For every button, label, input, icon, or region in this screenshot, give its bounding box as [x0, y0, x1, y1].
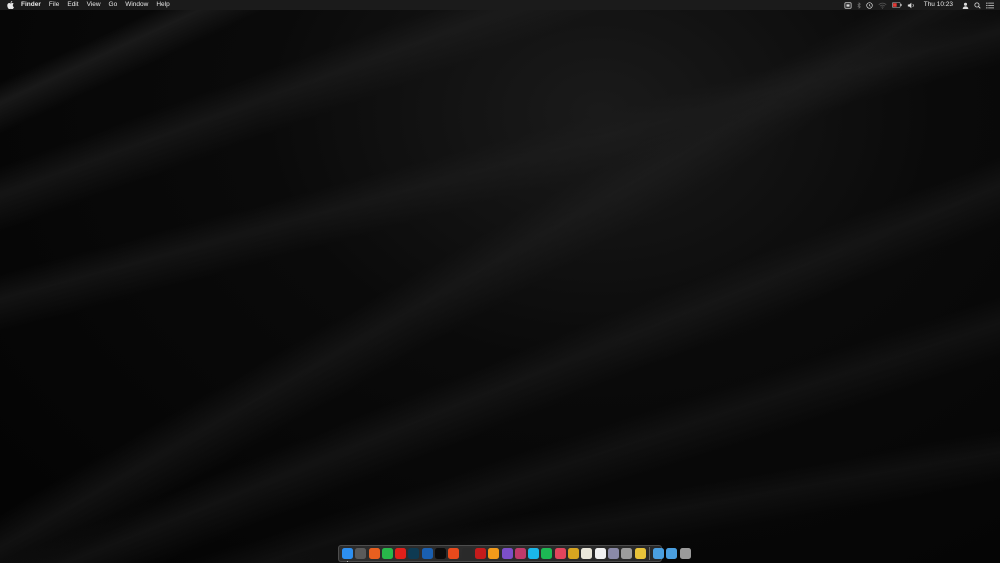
- app-purple-icon[interactable]: [501, 548, 513, 559]
- menu-app-name[interactable]: Finder: [17, 0, 45, 10]
- prime-video-icon[interactable]: [421, 548, 433, 559]
- youtube-icon[interactable]: [395, 548, 407, 559]
- menu-go[interactable]: Go: [105, 0, 122, 10]
- time-machine-icon[interactable]: [866, 0, 873, 10]
- launchpad-icon[interactable]: [355, 548, 367, 559]
- menu-edit[interactable]: Edit: [63, 0, 82, 10]
- notes-icon[interactable]: [581, 548, 593, 559]
- running-indicator: [346, 560, 349, 562]
- menu-file[interactable]: File: [45, 0, 63, 10]
- menu-clock[interactable]: Thu 10:23: [920, 0, 957, 10]
- chrome-icon[interactable]: [568, 548, 580, 559]
- app-multicolor-icon[interactable]: [514, 548, 526, 559]
- textedit-icon[interactable]: [594, 548, 606, 559]
- dropbox-icon[interactable]: [844, 0, 852, 10]
- wifi-icon[interactable]: [878, 0, 887, 10]
- dock: [338, 545, 691, 562]
- spotify-icon[interactable]: [541, 548, 553, 559]
- menu-bar: Finder File Edit View Go Window Help Thu…: [0, 0, 1000, 10]
- notification-center-icon[interactable]: [986, 0, 994, 10]
- menu-view[interactable]: View: [83, 0, 105, 10]
- firefox-icon[interactable]: [368, 548, 380, 559]
- apple-icon[interactable]: [6, 1, 14, 9]
- dock-separator: [648, 547, 650, 560]
- downloads-folder-icon[interactable]: [653, 548, 665, 559]
- documents-folder-icon[interactable]: [666, 548, 678, 559]
- menu-window[interactable]: Window: [121, 0, 152, 10]
- app-pink-icon[interactable]: [554, 548, 566, 559]
- app-yellow-icon[interactable]: [634, 548, 646, 559]
- app-orange-icon[interactable]: [448, 548, 460, 559]
- mubi-icon[interactable]: [408, 548, 420, 559]
- bluetooth-icon[interactable]: [857, 0, 861, 10]
- preview-icon[interactable]: [607, 548, 619, 559]
- menu-help[interactable]: Help: [152, 0, 173, 10]
- netflix-red-icon[interactable]: [474, 548, 486, 559]
- netflix-icon[interactable]: [435, 548, 447, 559]
- trash-icon[interactable]: [679, 548, 691, 559]
- user-icon[interactable]: [962, 0, 969, 10]
- spotlight-icon[interactable]: [974, 0, 981, 10]
- whatsapp-icon[interactable]: [381, 548, 393, 559]
- volume-icon[interactable]: [907, 0, 915, 10]
- hbo-icon[interactable]: [461, 548, 473, 559]
- desktop-wallpaper: [0, 0, 1000, 563]
- system-preferences-icon[interactable]: [621, 548, 633, 559]
- vimeo-icon[interactable]: [528, 548, 540, 559]
- finder-icon[interactable]: [342, 548, 353, 562]
- battery-icon[interactable]: [891, 0, 902, 10]
- vlc-icon[interactable]: [488, 548, 500, 559]
